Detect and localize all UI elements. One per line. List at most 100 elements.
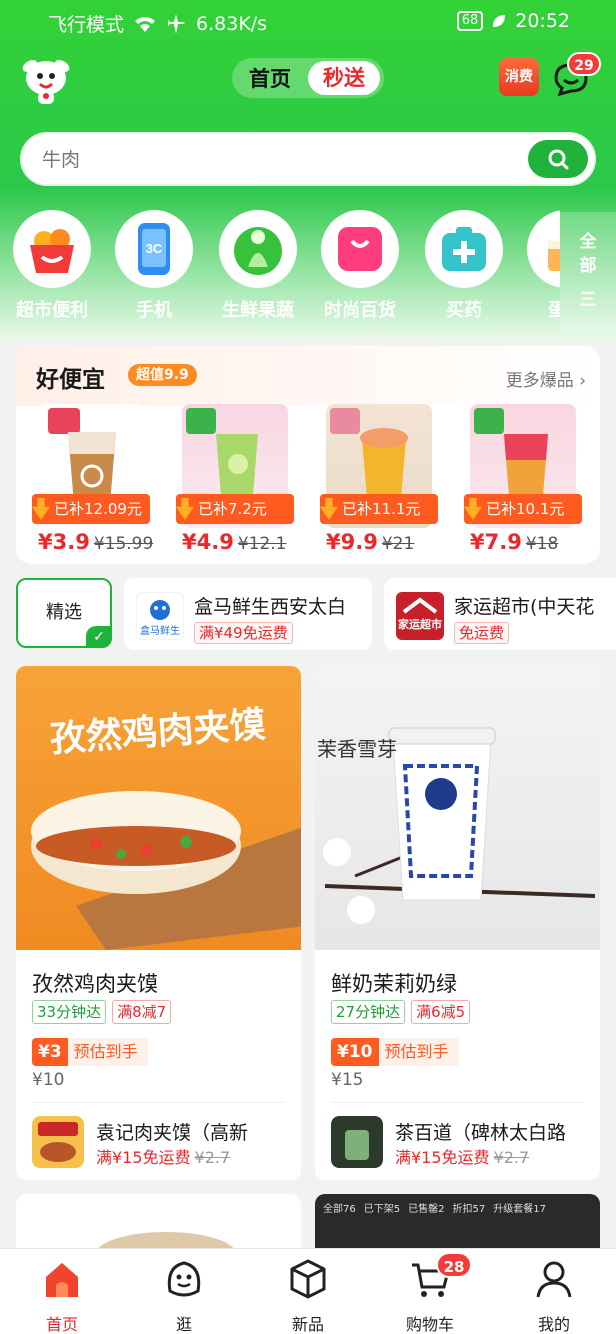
consume-button[interactable]: 消费	[499, 58, 539, 96]
product-image-text: 孜然鸡肉夹馍	[49, 704, 267, 761]
wifi-icon	[135, 16, 156, 32]
store-name: 家运超市(中天花	[454, 596, 595, 618]
estimated-price: ¥3 预估到手	[32, 1038, 148, 1066]
product-card-partial[interactable]	[16, 1194, 301, 1254]
delivery-time-tag: 33分钟达	[32, 1000, 107, 1024]
search-bar	[20, 132, 596, 186]
partial-tabs: 全部76 已下架5 已售罄2 折扣57 升级套餐17	[315, 1194, 600, 1221]
category-fresh[interactable]: 生鲜果蔬	[212, 210, 304, 322]
product-card-partial[interactable]: 全部76 已下架5 已售罄2 折扣57 升级套餐17	[315, 1194, 600, 1254]
coupon-amount: ¥3	[32, 1038, 68, 1066]
cake-icon	[527, 210, 560, 288]
store-fee-text: 满¥15免运费	[395, 1148, 490, 1167]
nav-label: 购物车	[405, 1315, 454, 1334]
store-logo-text: 家运超市	[398, 617, 442, 631]
store-fee-text: 满¥15免运费	[96, 1148, 191, 1167]
deal-product[interactable]: 已补12.09元 ¥3.9 ¥15.99	[32, 404, 153, 554]
price-now: ¥9.9	[326, 530, 378, 554]
promo-tag: 满6减5	[411, 1000, 471, 1024]
medicine-box-icon	[425, 210, 503, 288]
nav-label: 首页	[45, 1315, 78, 1334]
price-old: ¥18	[525, 534, 559, 554]
nav-label: 新品	[291, 1315, 324, 1334]
store-name: 袁记肉夹馍（高新	[96, 1122, 249, 1144]
tab-seckill[interactable]: 秒送	[308, 61, 380, 95]
tag-row: 33分钟达 满8减7	[32, 1000, 172, 1024]
deal-price: ¥7.9 ¥18	[470, 530, 558, 554]
phone-icon: 3C	[115, 210, 193, 288]
nav-home[interactable]: 首页	[12, 1257, 112, 1334]
message-badge: 29	[567, 52, 601, 76]
tab-home[interactable]: 首页	[232, 63, 308, 93]
product-image-text: 茉香雪芽	[317, 737, 397, 761]
header-tab-switch: 首页 秒送	[232, 58, 384, 98]
product-card[interactable]: 茉香雪芽 鲜奶茉莉奶绿 27分钟达 满6减5 ¥10 预估到手 ¥15 茶百道（…	[315, 666, 600, 1180]
category-medicine[interactable]: 买药	[418, 210, 510, 322]
coupon-amount: ¥10	[331, 1038, 379, 1066]
subsidy-badge: 已补12.09元	[32, 494, 150, 524]
store-tab[interactable]: 盒马鲜生 盒马鲜生西安太白 满¥49免运费	[124, 578, 372, 650]
subsidy-badge: 已补7.2元	[176, 494, 294, 524]
deal-section: 好便宜 超值9.9 更多爆品 › 已补12.09元 ¥3.9 ¥15.99 已补7…	[16, 346, 600, 564]
store-fee: 免运费	[454, 622, 510, 644]
category-label: 超市便利	[16, 300, 88, 321]
category-label: 买药	[446, 300, 482, 321]
deal-price: ¥3.9 ¥15.99	[38, 530, 153, 554]
price-old: ¥12.1	[237, 534, 287, 554]
product-card[interactable]: 孜然鸡肉夹馍 孜然鸡肉夹馍 33分钟达 满8减7 ¥3 预估到手 ¥10 袁记肉…	[16, 666, 301, 1180]
category-phone[interactable]: 3C 手机	[108, 210, 200, 322]
deal-price: ¥9.9 ¥21	[326, 530, 414, 554]
search-button[interactable]	[528, 140, 588, 178]
all-categories-button[interactable]: 全 部 三	[560, 212, 616, 332]
estimate-label: 预估到手	[67, 1038, 148, 1066]
category-cake[interactable]: 蛋糕	[520, 210, 560, 322]
search-input[interactable]	[42, 146, 512, 174]
original-price: ¥10	[32, 1070, 65, 1090]
vegetable-icon	[219, 210, 297, 288]
category-supermarket[interactable]: 超市便利	[6, 210, 98, 322]
price-old: ¥15.99	[93, 534, 154, 554]
deal-product[interactable]: 已补10.1元 ¥7.9 ¥18	[464, 404, 582, 554]
category-row: 超市便利 3C 手机 生鲜果蔬 时尚百货 买药 蛋糕	[0, 210, 560, 330]
home-icon	[46, 1263, 78, 1297]
divider	[32, 1102, 285, 1103]
category-fashion[interactable]: 时尚百货	[314, 210, 406, 322]
selected-filter-tab[interactable]: 精选 ✓	[16, 578, 112, 648]
partial-tab: 已下架5	[363, 1204, 401, 1215]
product-image: 孜然鸡肉夹馍	[16, 666, 301, 950]
price-old: ¥21	[381, 534, 415, 554]
deal-more-link[interactable]: 更多爆品 ›	[506, 366, 586, 391]
store-name: 茶百道（碑林太白路	[395, 1122, 567, 1144]
store-name: 盒马鲜生西安太白	[194, 596, 347, 618]
estimated-price: ¥10 预估到手	[331, 1038, 459, 1066]
cart-badge: 28	[436, 1252, 472, 1278]
all-label-1: 全	[579, 232, 597, 252]
nav-profile[interactable]: 我的	[504, 1257, 604, 1334]
basket-icon	[13, 210, 91, 288]
nav-label: 逛	[175, 1315, 192, 1334]
airplane-mode-text: 飞行模式	[48, 14, 125, 36]
store-fee-old: ¥2.7	[194, 1148, 231, 1167]
selected-filter-label: 精选	[46, 602, 82, 623]
subsidy-badge: 已补10.1元	[464, 494, 582, 524]
nav-new[interactable]: 新品	[258, 1257, 358, 1334]
store-fee: 满¥15免运费 ¥2.7	[96, 1144, 230, 1168]
battery-icon: 68	[456, 11, 484, 31]
airplane-icon	[168, 14, 185, 33]
deal-product[interactable]: 已补7.2元 ¥4.9 ¥12.1	[176, 404, 294, 554]
category-label: 手机	[136, 300, 172, 321]
store-filter-bar: 精选 ✓ 盒马鲜生 盒马鲜生西安太白 满¥49免运费 家运超市 家运超市(中天花…	[0, 574, 616, 656]
partial-tab: 已售罄2	[408, 1204, 445, 1215]
jd-mascot-logo[interactable]	[18, 52, 74, 108]
product-title: 孜然鸡肉夹馍	[32, 972, 158, 996]
deal-title: 好便宜	[36, 367, 105, 393]
store-tab[interactable]: 家运超市 家运超市(中天花 免运费	[384, 578, 616, 650]
new-product-icon	[290, 1259, 326, 1299]
store-logo: 家运超市	[396, 592, 444, 640]
divider	[331, 1102, 584, 1103]
deal-product[interactable]: 已补11.1元 ¥9.9 ¥21	[320, 404, 438, 554]
nav-browse[interactable]: 逛	[134, 1257, 234, 1334]
product-image: 茉香雪芽	[315, 666, 600, 950]
shopping-bag-icon	[321, 210, 399, 288]
subsidy-badge: 已补11.1元	[320, 494, 438, 524]
